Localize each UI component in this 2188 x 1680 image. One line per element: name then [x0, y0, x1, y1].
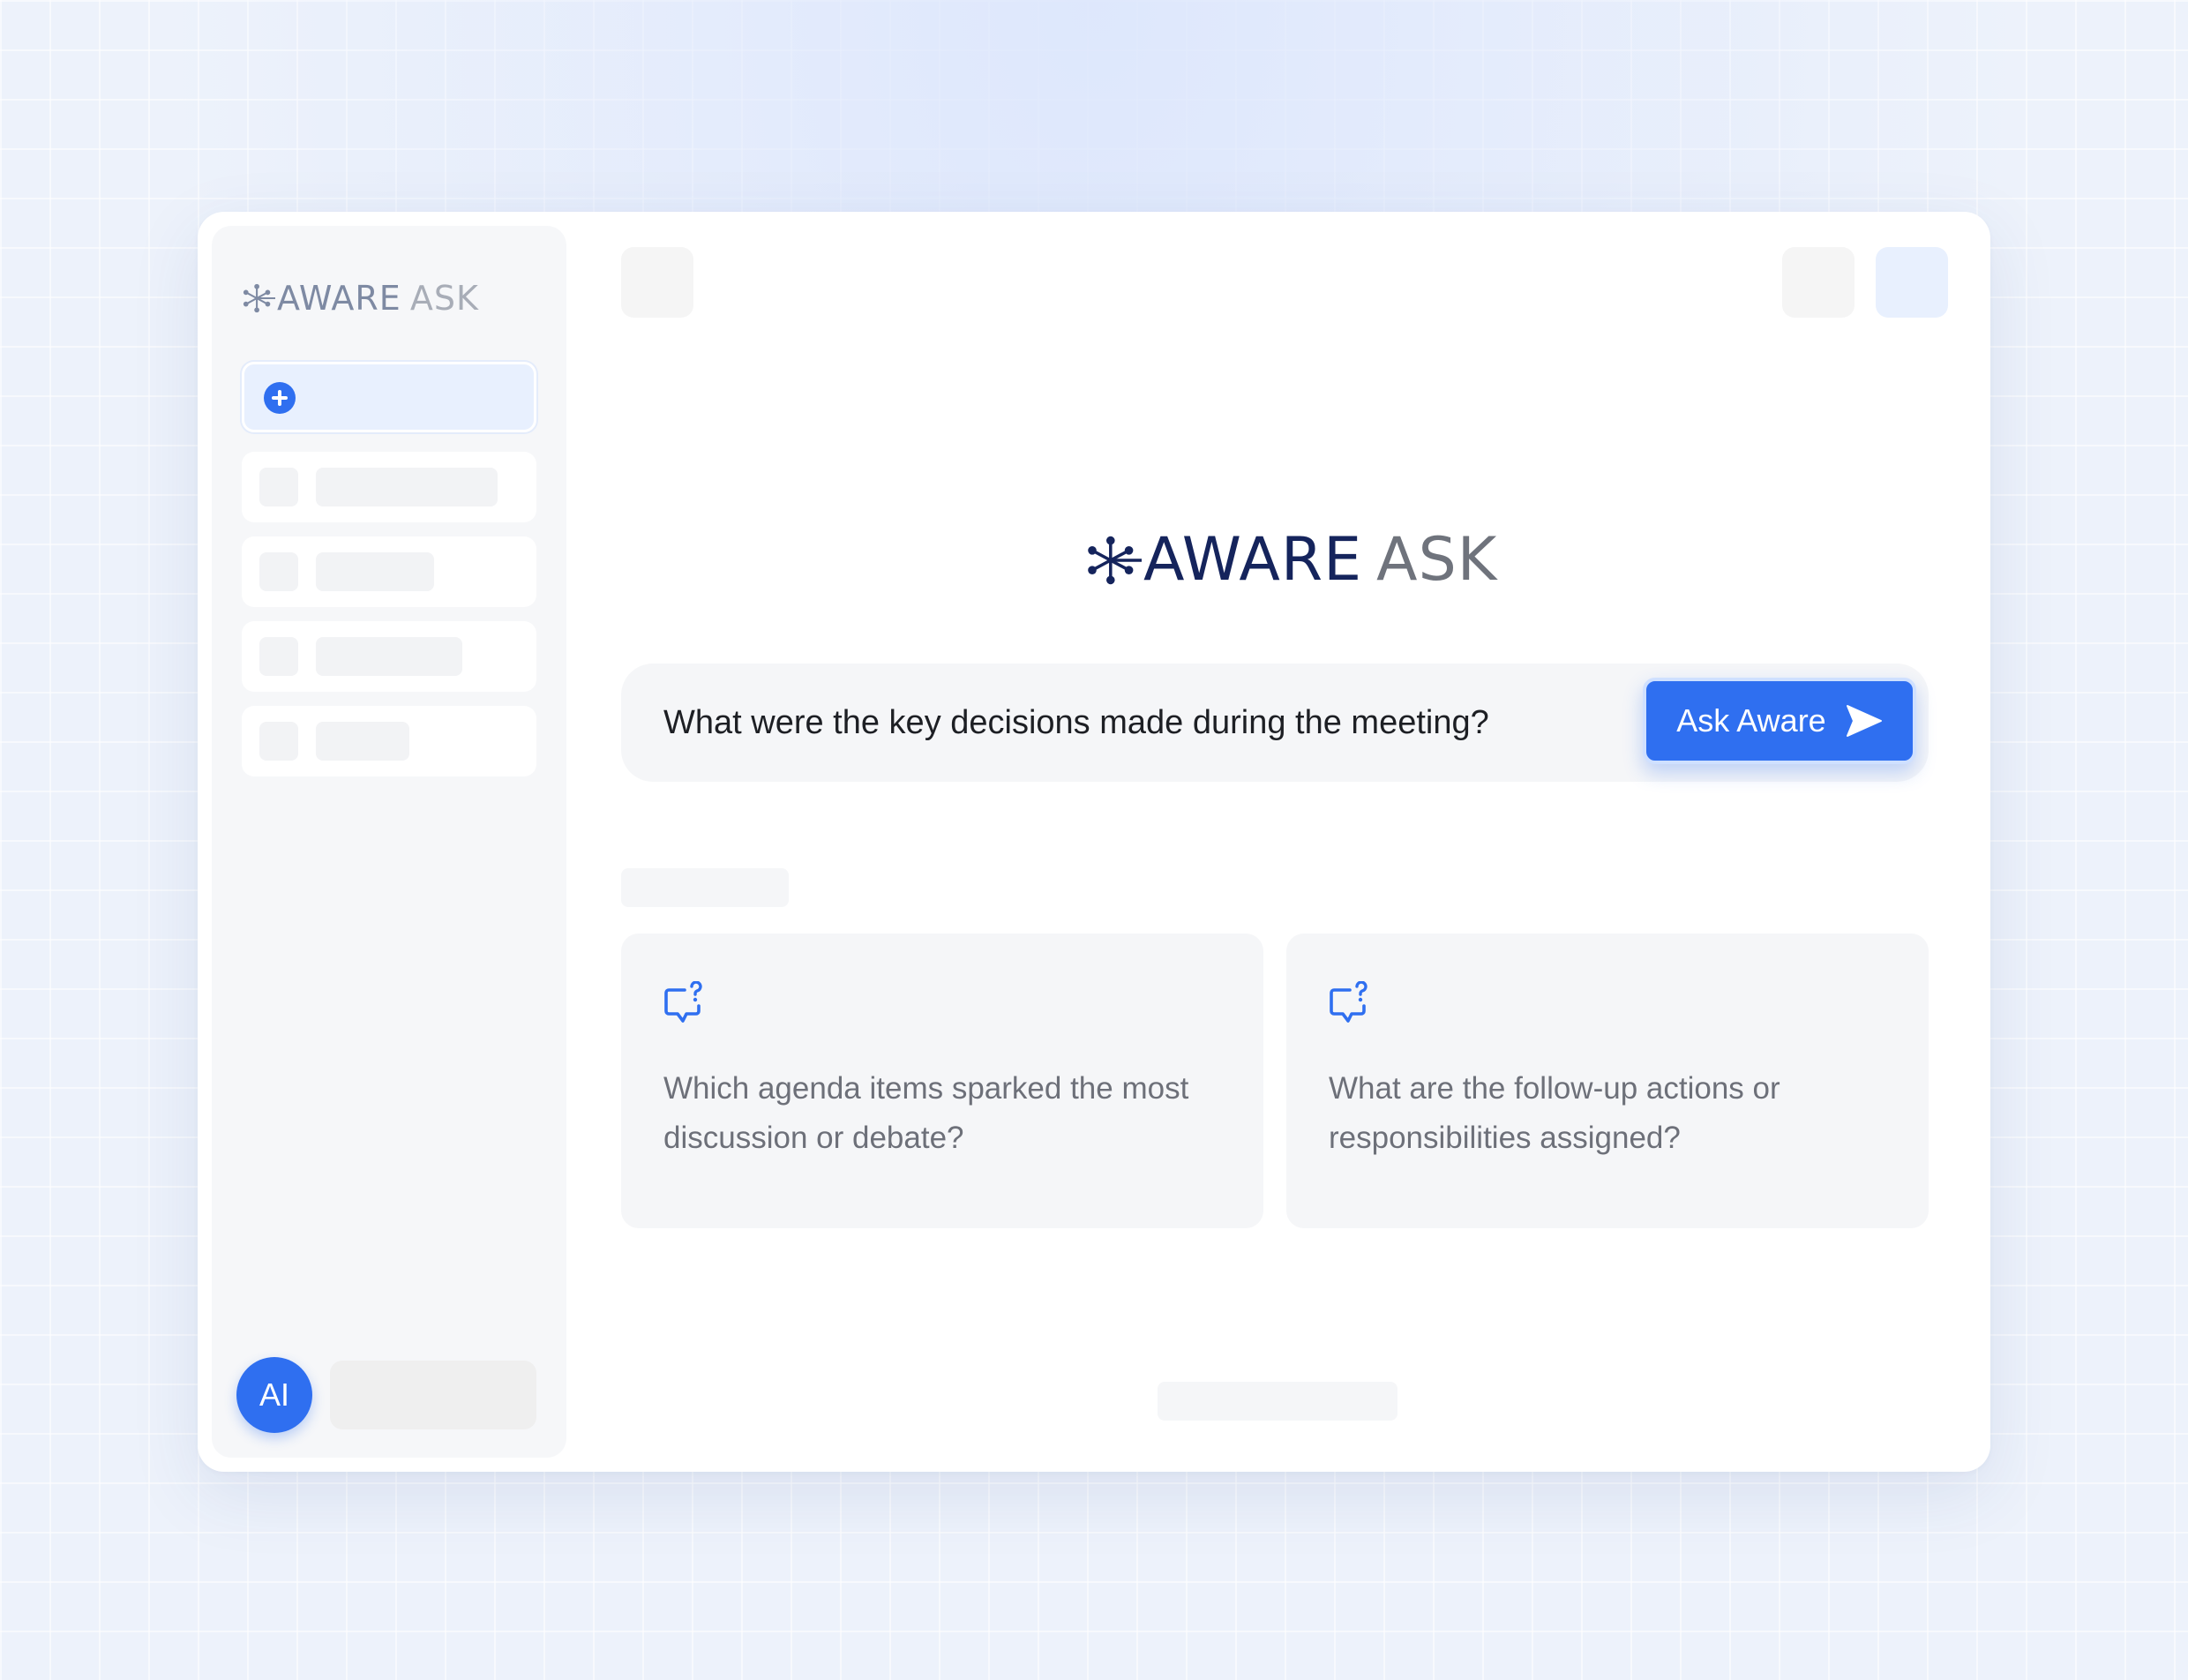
ask-aware-button-label: Ask Aware [1676, 702, 1826, 739]
question-chat-icon [1329, 981, 1369, 1025]
app-window: AWARE ASK AI AWARE ASK What were the key… [198, 212, 1990, 1472]
sidebar-logo[interactable]: AWARE ASK [242, 272, 479, 325]
history-item-icon-placeholder [259, 637, 298, 676]
toolbar-button[interactable] [1782, 247, 1855, 318]
history-item[interactable] [242, 621, 536, 692]
brand-name-secondary: ASK [409, 279, 479, 318]
sidebar: AWARE ASK AI [212, 226, 566, 1458]
toolbar-button-active[interactable] [1876, 247, 1948, 318]
hero-logo: AWARE ASK [1085, 521, 1497, 600]
history-item-title-placeholder [316, 552, 434, 591]
sidebar-toggle-button[interactable] [621, 247, 693, 318]
brand-name-primary: AWARE [277, 279, 401, 318]
history-item[interactable] [242, 536, 536, 607]
suggestion-text: What are the follow-up actions or respon… [1329, 1071, 1780, 1155]
new-chat-button[interactable] [242, 362, 536, 432]
question-chat-icon [663, 981, 704, 1025]
brand-name-secondary: ASK [1376, 525, 1498, 595]
suggestion-text: Which agenda items sparked the most disc… [663, 1071, 1189, 1155]
avatar[interactable]: AI [236, 1357, 312, 1433]
plus-circle-icon [264, 382, 296, 414]
history-item-title-placeholder [316, 468, 498, 506]
suggestions-heading-placeholder [621, 868, 789, 907]
history-item-icon-placeholder [259, 722, 298, 761]
user-name-placeholder[interactable] [330, 1361, 536, 1429]
logo-mark-icon [243, 283, 275, 313]
suggestion-card[interactable]: What are the follow-up actions or respon… [1286, 934, 1929, 1228]
history-item-title-placeholder [316, 722, 409, 761]
history-item[interactable] [242, 706, 536, 776]
history-item-icon-placeholder [259, 468, 298, 506]
ask-aware-button[interactable]: Ask Aware [1643, 678, 1916, 764]
send-icon [1846, 704, 1883, 738]
search-input[interactable] [663, 690, 1625, 755]
suggestion-card[interactable]: Which agenda items sparked the most disc… [621, 934, 1263, 1228]
history-item-icon-placeholder [259, 552, 298, 591]
footer-placeholder [1158, 1382, 1397, 1421]
brand-name-primary: AWARE [1143, 525, 1363, 595]
search-bar: Ask Aware [621, 664, 1929, 782]
logo-mark-icon [1088, 536, 1142, 585]
history-item[interactable] [242, 452, 536, 522]
history-item-title-placeholder [316, 637, 462, 676]
